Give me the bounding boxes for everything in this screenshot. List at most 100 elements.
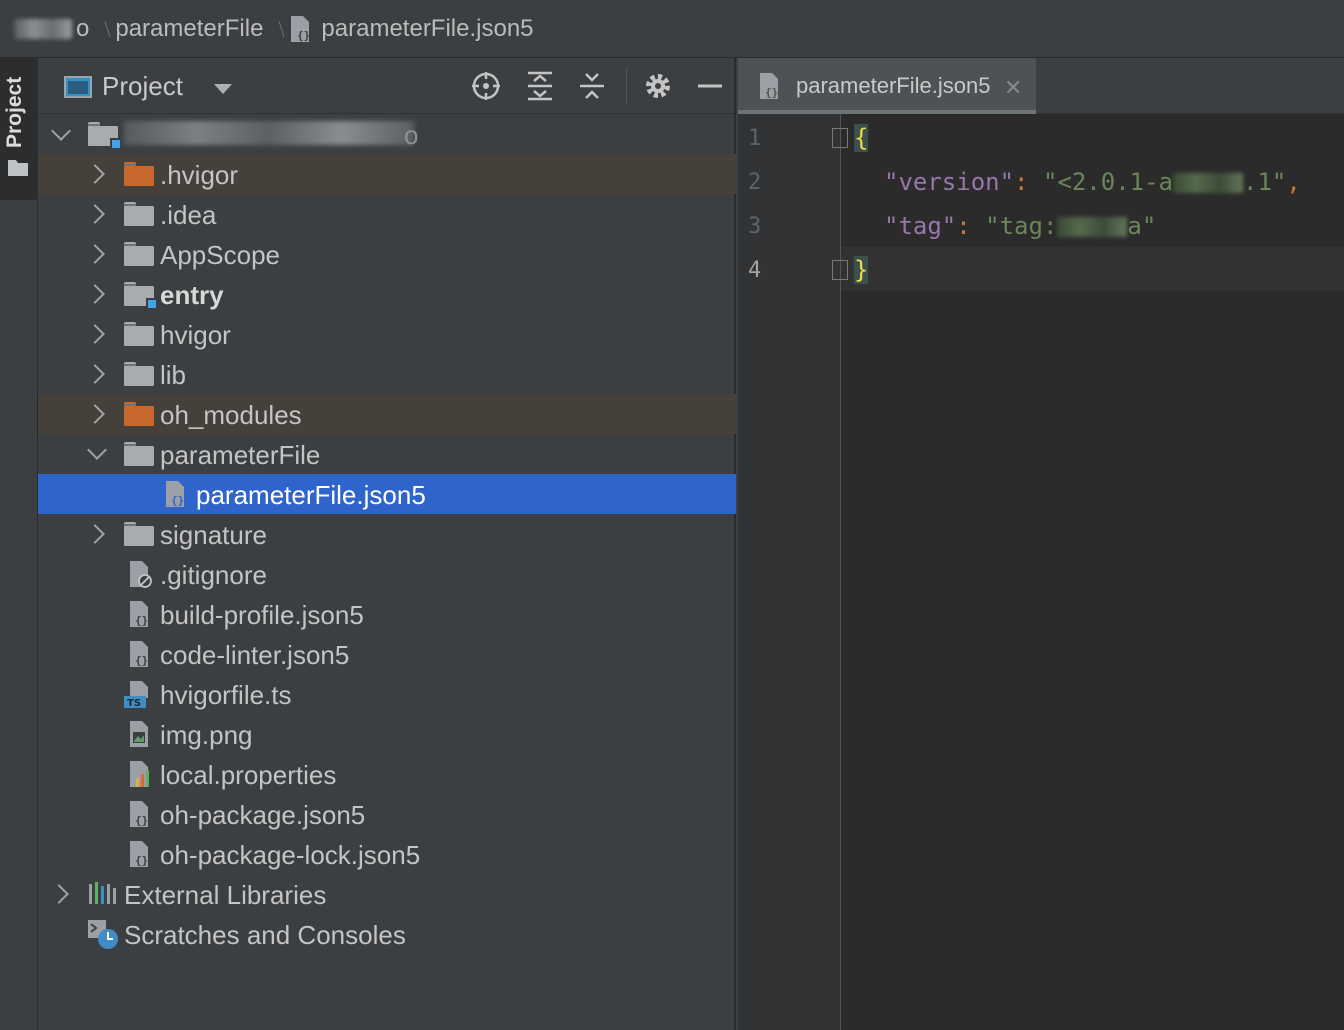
project-view-title[interactable]: Project — [102, 71, 183, 102]
json-comma: , — [1286, 168, 1301, 196]
tree-row[interactable]: External Libraries — [38, 874, 736, 914]
locate-icon[interactable] — [470, 70, 502, 102]
redacted-text — [1173, 173, 1243, 193]
minimize-icon[interactable] — [694, 70, 726, 102]
breadcrumb-root-redacted[interactable] — [14, 18, 72, 39]
tree-row[interactable]: {} oh-package.json5 — [38, 794, 736, 834]
svg-text:{}: {} — [171, 494, 184, 507]
image-file-icon — [130, 721, 148, 747]
tree-row-root[interactable]: o — [38, 114, 736, 154]
tree-row[interactable]: TS hvigorfile.ts — [38, 674, 736, 714]
tree-label: local.properties — [160, 760, 337, 790]
tree-row[interactable]: hvigor — [38, 314, 736, 354]
json5-file-icon: {} — [760, 73, 778, 99]
tree-row[interactable]: .gitignore — [38, 554, 736, 594]
json-string: .1" — [1243, 168, 1287, 196]
tree-label: hvigor — [160, 320, 231, 350]
tree-row[interactable]: {} build-profile.json5 — [38, 594, 736, 634]
line-number: 1 — [748, 126, 762, 151]
tree-label: AppScope — [160, 240, 280, 270]
tree-row[interactable]: Scratches and Consoles — [38, 914, 736, 954]
tree-row[interactable]: .idea — [38, 194, 736, 234]
tree-row[interactable]: oh_modules — [38, 394, 736, 434]
close-icon[interactable]: ✕ — [1004, 76, 1022, 101]
module-folder-icon — [88, 122, 122, 150]
svg-text:TS: TS — [127, 698, 141, 708]
editor-tab-bar: {} parameterFile.json5 ✕ — [738, 58, 1344, 114]
line-number: 3 — [748, 214, 762, 239]
tree-row[interactable]: img.png — [38, 714, 736, 754]
chevron-right-icon[interactable] — [85, 524, 105, 544]
project-tool-window-tab[interactable]: Project — [0, 58, 38, 200]
json-string: a" — [1127, 212, 1157, 240]
breadcrumb-separator — [97, 17, 107, 41]
current-line-highlight — [841, 247, 1344, 291]
chevron-right-icon[interactable] — [85, 364, 105, 384]
project-view-icon — [64, 76, 92, 98]
tree-row[interactable]: .hvigor — [38, 154, 736, 194]
folder-icon — [124, 522, 154, 548]
gear-icon[interactable] — [642, 70, 674, 102]
chevron-right-icon[interactable] — [85, 324, 105, 344]
scratches-icon — [88, 920, 118, 949]
code-line-3[interactable]: "tag": "tag: a" — [884, 212, 1156, 240]
breadcrumb-folder[interactable]: parameterFile — [115, 15, 263, 43]
tree-row-selected[interactable]: {} parameterFile.json5 — [38, 474, 736, 514]
redacted-text — [1057, 217, 1128, 237]
chevron-right-icon[interactable] — [85, 204, 105, 224]
chevron-down-icon[interactable] — [51, 121, 71, 141]
svg-text:{}: {} — [135, 654, 148, 667]
excluded-folder-icon — [124, 162, 154, 188]
fold-open-icon[interactable] — [832, 128, 848, 148]
collapse-all-icon[interactable] — [576, 70, 608, 102]
stripe-project-label: Project — [3, 76, 26, 148]
root-name-redacted — [124, 121, 414, 145]
breadcrumb-root-suffix[interactable]: o — [76, 15, 89, 43]
fold-close-icon[interactable] — [832, 260, 848, 280]
tree-row[interactable]: {} code-linter.json5 — [38, 634, 736, 674]
tree-row[interactable]: parameterFile — [38, 434, 736, 474]
chevron-right-icon[interactable] — [49, 884, 69, 904]
tree-label: code-linter.json5 — [160, 640, 350, 670]
json-string: "<2.0.1-a — [1042, 168, 1173, 196]
tree-label: oh_modules — [160, 400, 302, 430]
chevron-down-icon[interactable] — [214, 84, 232, 94]
json5-file-icon: {} — [130, 841, 148, 867]
chevron-right-icon[interactable] — [85, 284, 105, 304]
json-colon: : — [956, 212, 971, 240]
chevron-right-icon[interactable] — [85, 164, 105, 184]
svg-text:{}: {} — [765, 86, 778, 99]
close-brace: } — [854, 256, 869, 284]
code-line-4[interactable]: } — [854, 256, 869, 284]
tree-row[interactable]: lib — [38, 354, 736, 394]
tree-label: entry — [160, 280, 224, 310]
folder-icon — [124, 362, 154, 388]
chevron-right-icon[interactable] — [85, 404, 105, 424]
folder-icon — [124, 322, 154, 348]
code-line-2[interactable]: "version": "<2.0.1-a .1", — [884, 168, 1301, 196]
json-key: "version" — [884, 168, 1015, 196]
chevron-right-icon[interactable] — [85, 244, 105, 264]
editor: {} parameterFile.json5 ✕ 1 2 3 4 { "vers… — [738, 58, 1344, 1030]
tree-row[interactable]: {} oh-package-lock.json5 — [38, 834, 736, 874]
editor-tab[interactable]: {} parameterFile.json5 ✕ — [738, 58, 1036, 114]
json-string: "tag: — [985, 212, 1058, 240]
folder-icon — [124, 442, 154, 468]
tree-row[interactable]: entry — [38, 274, 736, 314]
tree-row[interactable]: AppScope — [38, 234, 736, 274]
line-number: 4 — [748, 258, 762, 283]
tree-row[interactable]: signature — [38, 514, 736, 554]
code-line-1[interactable]: { — [854, 124, 869, 152]
tree-row[interactable]: local.properties — [38, 754, 736, 794]
tree-label: .gitignore — [160, 560, 267, 590]
expand-all-icon[interactable] — [524, 70, 556, 102]
svg-text:{}: {} — [135, 614, 148, 627]
json5-file-icon: {} — [289, 15, 315, 43]
breadcrumb-file[interactable]: parameterFile.json5 — [321, 15, 533, 43]
tree-label: parameterFile — [160, 440, 321, 470]
json5-file-icon: {} — [130, 801, 148, 827]
json5-file-icon: {} — [130, 641, 148, 667]
chevron-down-icon[interactable] — [87, 440, 107, 460]
line-number: 2 — [748, 170, 762, 195]
tree-label: oh-package-lock.json5 — [160, 840, 421, 870]
